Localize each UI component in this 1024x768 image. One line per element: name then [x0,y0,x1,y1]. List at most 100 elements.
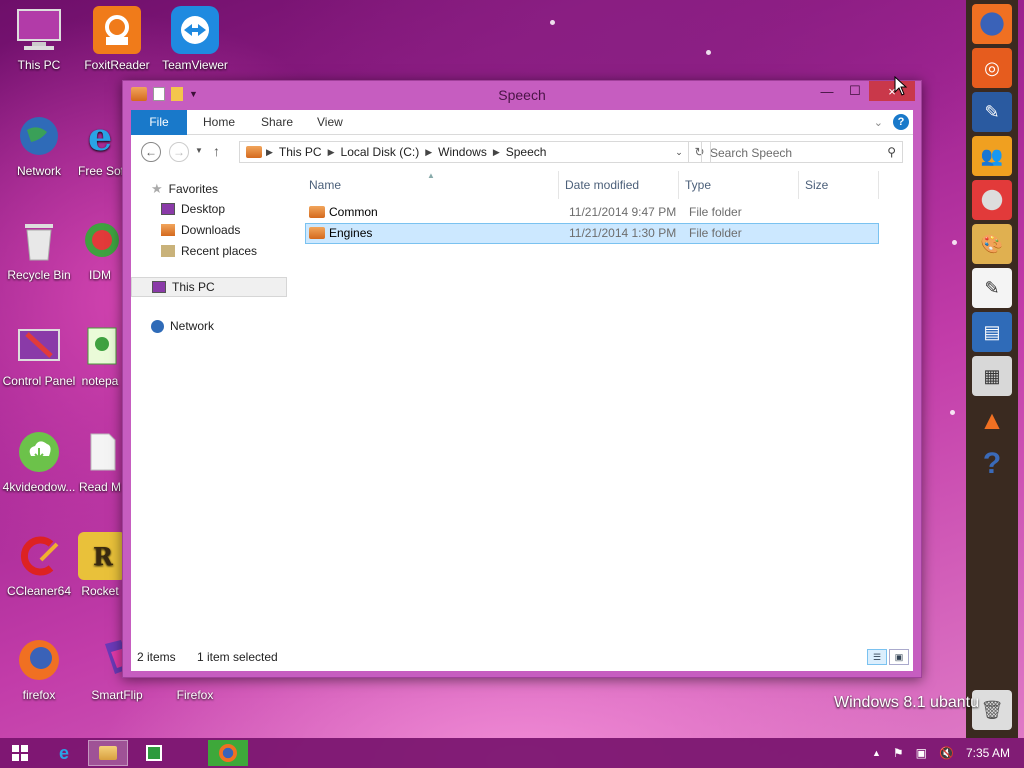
address-bar[interactable]: ▶ This PC ▶ Local Disk (C:) ▶ Windows ▶ … [239,141,689,163]
desktop-icon-label: notepa [81,374,119,388]
people-icon[interactable]: 👥 [972,136,1012,176]
navigation-bar: ← → ▼ ↑ ▶ This PC ▶ Local Disk (C:) ▶ Wi… [131,135,913,171]
folder-icon [246,146,262,158]
explorer-window: ▼ Speech — ☐ × File Home Share View ⌄ ? … [122,80,922,678]
desktop-icon-notepad[interactable]: notepa [78,322,122,388]
tab-file[interactable]: File [131,110,187,135]
expand-ribbon-icon[interactable]: ⌄ [874,116,883,129]
tab-share[interactable]: Share [249,110,305,135]
desktop-icon-this-pc[interactable]: This PC [0,6,78,72]
chevron-right-icon[interactable]: ▶ [493,147,500,158]
ccleaner-icon [15,532,63,580]
wallpaper-star [706,50,711,55]
desktop-icon-foxitreader[interactable]: FoxitReader [78,6,156,72]
paint-icon[interactable]: 🎨 [972,224,1012,264]
text-editor-icon[interactable]: ✎ [972,92,1012,132]
clock[interactable]: 7:35 AM [966,746,1010,760]
desktop-icon-label: SmartFlip [91,688,143,702]
chevron-right-icon[interactable]: ▶ [425,147,432,158]
taskbar-store[interactable] [134,740,174,766]
file-type: File folder [689,226,742,240]
taskbar-firefox[interactable] [208,740,248,766]
search-input[interactable]: Search Speech ⚲ [701,141,903,163]
file-date: 11/21/2014 9:47 PM [569,205,677,219]
maximize-button[interactable]: ☐ [841,81,869,101]
desktop-icon-recycle-bin[interactable]: Recycle Bin [0,216,78,282]
desktop-icon-4kvideodownloader[interactable]: 4kvideodow... [0,428,78,494]
close-button[interactable]: × [869,81,915,101]
desktop-icon-label: IDM [89,268,111,282]
cloud-download-icon [15,428,63,476]
file-row[interactable]: Engines 11/21/2014 1:30 PM File folder [305,223,879,244]
foxit-pdf-icon [93,6,141,54]
taskbar-internet-explorer[interactable]: e [44,740,84,766]
column-header-name[interactable]: Name [303,171,559,199]
action-center-flag-icon[interactable]: ⚑ [893,746,904,760]
minimize-button[interactable]: — [813,81,841,101]
chrome-icon[interactable] [972,180,1012,220]
desktop-icon-teamviewer[interactable]: TeamViewer [156,6,234,72]
address-dropdown-icon[interactable]: ⌄ [670,142,688,162]
desktop-icon-ccleaner64[interactable]: CCleaner64 [0,532,78,598]
status-bar: 2 items 1 item selected ☰ ▣ [131,641,913,671]
details-view-button[interactable]: ☰ [867,649,887,665]
breadcrumb-speech[interactable]: Speech [506,145,547,159]
chevron-right-icon[interactable]: ▶ [328,147,335,158]
forward-button[interactable]: → [169,142,189,162]
column-header-date-modified[interactable]: Date modified [559,171,679,199]
folder-icon [309,227,325,239]
desktop-icon-label: FoxitReader [84,58,150,72]
desktop-icon-control-panel[interactable]: Control Panel [0,322,78,388]
column-header-size[interactable]: Size [799,171,879,199]
file-name-cell: Engines [309,226,372,240]
notes-icon[interactable]: ✎ [972,268,1012,308]
back-button[interactable]: ← [141,142,161,162]
nav-recent-places[interactable]: Recent places [161,244,257,258]
desktop-icon [161,203,175,215]
app-dock: ◎ ✎ 👥 🎨 ✎ ▤ ▦ ▲ ? 🗑 [966,0,1018,738]
breadcrumb-windows[interactable]: Windows [438,145,487,159]
desktop-icon-label: Free Sof [78,164,122,178]
help-icon[interactable]: ? [972,444,1012,484]
desktop-icon-read-me[interactable]: Read M [78,428,122,494]
calculator-icon[interactable]: ▦ [972,356,1012,396]
file-row[interactable]: Common 11/21/2014 9:47 PM File folder [305,202,879,223]
internet-explorer-icon: e [58,742,69,763]
breadcrumb-this-pc[interactable]: This PC [279,145,322,159]
desktop-icon-network[interactable]: Network [0,112,78,178]
tab-view[interactable]: View [305,110,355,135]
system-tray: ▲ ⚑ ▣ 🔇 7:35 AM [872,738,1024,768]
store-icon [146,745,162,761]
ubuntu-icon[interactable]: ◎ [972,48,1012,88]
desktop-icon-firefox[interactable]: firefox [0,636,78,702]
title-bar[interactable]: ▼ Speech — ☐ × [123,81,921,109]
start-button[interactable] [0,740,40,766]
nav-network[interactable]: Network [151,319,214,333]
vlc-icon[interactable]: ▲ [972,400,1012,440]
large-icons-view-button[interactable]: ▣ [889,649,909,665]
nav-favorites[interactable]: ★ Favorites [151,181,218,197]
up-arrow-icon[interactable]: ↑ [213,143,220,159]
column-header-type[interactable]: Type [679,171,799,199]
tab-home[interactable]: Home [191,110,247,135]
desktop-icon-free-soft[interactable]: e Free Sof [78,112,122,178]
desktop-icon-rocket[interactable]: R Rocket [78,532,126,598]
writer-icon[interactable]: ▤ [972,312,1012,352]
network-icon[interactable]: ▣ [916,746,927,760]
desktop-watermark: Windows 8.1 ubantu [834,694,979,711]
volume-muted-icon[interactable]: 🔇 [939,746,954,760]
desktop-icon-label: 4kvideodow... [2,480,76,494]
desktop-icon-label: Control Panel [2,374,76,388]
nav-desktop[interactable]: Desktop [161,202,225,216]
help-icon[interactable]: ? [893,114,909,130]
nav-this-pc[interactable]: This PC [131,277,287,297]
desktop-icon-idm[interactable]: IDM [78,216,122,282]
recent-locations-chevron-icon[interactable]: ▼ [195,146,203,155]
chevron-right-icon[interactable]: ▶ [266,147,273,158]
firefox-icon[interactable] [972,4,1012,44]
taskbar-file-explorer[interactable] [88,740,128,766]
nav-downloads[interactable]: Downloads [161,223,240,237]
show-hidden-icons-icon[interactable]: ▲ [872,748,881,758]
breadcrumb-local-disk[interactable]: Local Disk (C:) [341,145,420,159]
folder-icon [99,746,117,760]
